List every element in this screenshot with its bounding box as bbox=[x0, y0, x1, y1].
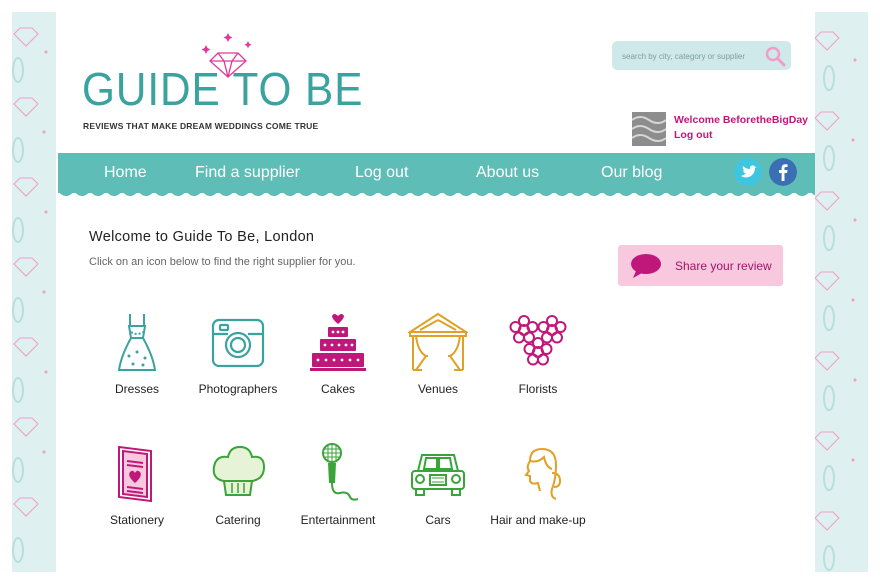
category-label: Florists bbox=[518, 382, 558, 396]
nav-find-supplier[interactable]: Find a supplier bbox=[195, 164, 300, 182]
diamond-pattern-icon bbox=[12, 27, 48, 563]
speech-bubble-icon bbox=[631, 254, 661, 278]
category-photographers[interactable]: Photographers bbox=[183, 312, 293, 396]
welcome-user-text: Welcome BeforetheBigDay bbox=[674, 114, 809, 126]
nav-home[interactable]: Home bbox=[104, 164, 147, 182]
flowers-icon bbox=[509, 315, 567, 366]
site-logo[interactable]: GUIDE TO BE bbox=[82, 66, 363, 112]
share-review-button[interactable]: Share your review bbox=[618, 245, 783, 286]
site-tagline: REVIEWS THAT MAKE DREAM WEDDINGS COME TR… bbox=[83, 121, 319, 131]
right-decorative-border bbox=[815, 12, 868, 572]
search-box bbox=[612, 41, 791, 70]
page-subtitle: Click on an icon below to find the right… bbox=[89, 256, 356, 268]
microphone-icon bbox=[322, 443, 359, 501]
share-review-label: Share your review bbox=[675, 259, 772, 273]
diamond-pattern-icon bbox=[815, 31, 857, 571]
category-label: Entertainment bbox=[300, 513, 376, 527]
gazebo-icon bbox=[408, 312, 468, 371]
user-avatar[interactable] bbox=[632, 112, 666, 146]
car-icon bbox=[411, 454, 465, 496]
category-entertainment[interactable]: Entertainment bbox=[283, 443, 393, 527]
category-stationery[interactable]: Stationery bbox=[82, 443, 192, 527]
category-label: Cars bbox=[425, 513, 451, 527]
nav-scallop-edge bbox=[58, 188, 815, 200]
category-hair-and-makeup[interactable]: Hair and make-up bbox=[483, 443, 593, 527]
main-navigation bbox=[58, 153, 815, 193]
category-florists[interactable]: Florists bbox=[483, 312, 593, 396]
nav-about-us[interactable]: About us bbox=[476, 164, 539, 182]
twitter-icon[interactable] bbox=[734, 158, 762, 186]
camera-icon bbox=[211, 318, 265, 368]
category-cakes[interactable]: Cakes bbox=[283, 312, 393, 396]
card-icon bbox=[118, 445, 152, 503]
category-label: Venues bbox=[417, 382, 459, 396]
category-label: Stationery bbox=[109, 513, 165, 527]
avatar-pattern-icon bbox=[632, 112, 666, 146]
category-dresses[interactable]: Dresses bbox=[82, 312, 192, 396]
nav-our-blog[interactable]: Our blog bbox=[601, 164, 662, 182]
category-venues[interactable]: Venues bbox=[383, 312, 493, 396]
page-title: Welcome to Guide To Be, London bbox=[89, 229, 315, 245]
nav-log-out[interactable]: Log out bbox=[355, 164, 408, 182]
category-catering[interactable]: Catering bbox=[183, 443, 293, 527]
hair-icon bbox=[524, 447, 562, 500]
chef-hat-icon bbox=[212, 445, 266, 496]
category-label: Dresses bbox=[114, 382, 159, 396]
facebook-icon[interactable] bbox=[769, 158, 797, 186]
category-label: Photographers bbox=[198, 382, 278, 396]
category-label: Hair and make-up bbox=[490, 513, 586, 527]
header-logout-link[interactable]: Log out bbox=[674, 129, 712, 141]
dress-icon bbox=[117, 314, 157, 371]
category-label: Cakes bbox=[320, 382, 355, 396]
search-input[interactable] bbox=[620, 47, 764, 65]
search-icon[interactable] bbox=[764, 45, 786, 67]
cake-icon bbox=[310, 314, 366, 371]
category-label: Catering bbox=[215, 513, 261, 527]
left-decorative-border bbox=[12, 12, 56, 572]
category-cars[interactable]: Cars bbox=[383, 443, 493, 527]
